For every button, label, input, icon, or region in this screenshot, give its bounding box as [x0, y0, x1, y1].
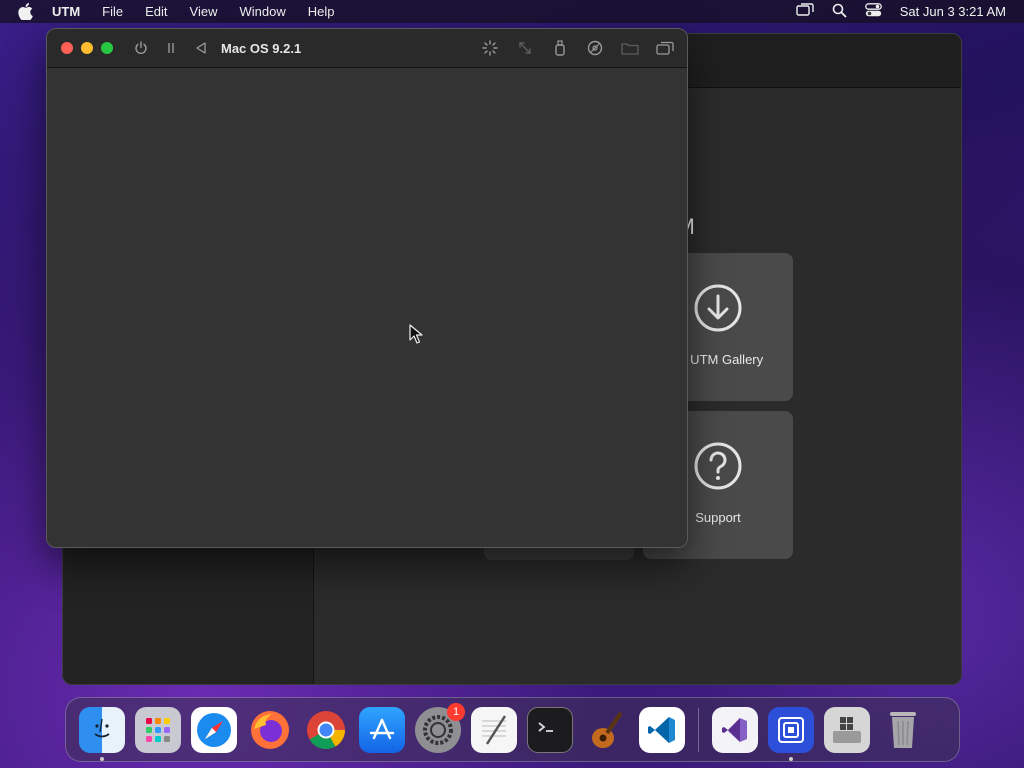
close-window-button[interactable]	[61, 42, 73, 54]
running-indicator	[789, 756, 793, 761]
textedit-icon[interactable]	[471, 706, 517, 753]
question-circle-icon	[693, 441, 743, 496]
menu-edit[interactable]: Edit	[145, 4, 167, 19]
notification-badge: 1	[447, 702, 465, 721]
safari-icon[interactable]	[191, 706, 237, 753]
shared-folder-icon[interactable]	[620, 38, 640, 58]
menu-window[interactable]: Window	[239, 4, 285, 19]
power-icon[interactable]	[131, 38, 151, 58]
finder-icon[interactable]	[79, 706, 125, 761]
menu-bar: UTM File Edit View Window Help Sat Jun 3…	[0, 0, 1024, 23]
vm-window-title: Mac OS 9.2.1	[221, 40, 302, 56]
launchpad-icon[interactable]	[135, 706, 181, 753]
vm-window: Mac OS 9.2.1	[46, 28, 688, 548]
utm-icon[interactable]	[768, 706, 814, 761]
running-indicator	[100, 756, 104, 761]
visual-studio-icon[interactable]	[712, 706, 758, 753]
menu-help[interactable]: Help	[308, 4, 335, 19]
trash-icon[interactable]	[880, 707, 926, 753]
menu-view[interactable]: View	[190, 4, 218, 19]
pause-icon[interactable]	[161, 38, 181, 58]
vm-display-area[interactable]	[47, 69, 687, 547]
menu-clock[interactable]: Sat Jun 3 3:21 AM	[900, 4, 1006, 19]
windows-switch-icon[interactable]	[655, 38, 675, 58]
firefox-icon[interactable]	[247, 707, 293, 753]
display-activity-icon[interactable]	[480, 38, 500, 58]
chrome-icon[interactable]	[303, 707, 349, 753]
vm-titlebar: Mac OS 9.2.1	[47, 29, 687, 68]
boot-camp-assistant-icon[interactable]	[824, 706, 870, 753]
menu-file[interactable]: File	[102, 4, 123, 19]
screen-mirroring-icon[interactable]	[796, 3, 814, 20]
vscode-icon[interactable]	[639, 706, 685, 753]
apple-menu-icon[interactable]	[18, 3, 36, 20]
maximize-window-button[interactable]	[101, 42, 113, 54]
garageband-icon[interactable]	[583, 707, 629, 753]
system-settings-icon[interactable]: 1	[415, 702, 465, 753]
minimize-window-button[interactable]	[81, 42, 93, 54]
dock-separator	[698, 707, 699, 752]
control-center-icon[interactable]	[864, 3, 882, 20]
support-label: Support	[695, 510, 741, 525]
download-circle-icon	[693, 283, 743, 338]
drive-disc-icon[interactable]	[585, 38, 605, 58]
menu-app-name[interactable]: UTM	[52, 4, 80, 19]
app-store-icon[interactable]	[359, 706, 405, 753]
mouse-pointer-icon	[409, 324, 423, 349]
terminal-icon[interactable]	[527, 706, 573, 753]
resize-arrows-icon[interactable]	[515, 38, 535, 58]
usb-device-icon[interactable]	[550, 38, 570, 58]
spotlight-search-icon[interactable]	[832, 3, 847, 21]
dock: 1	[65, 697, 960, 762]
restart-back-icon[interactable]	[191, 38, 211, 58]
